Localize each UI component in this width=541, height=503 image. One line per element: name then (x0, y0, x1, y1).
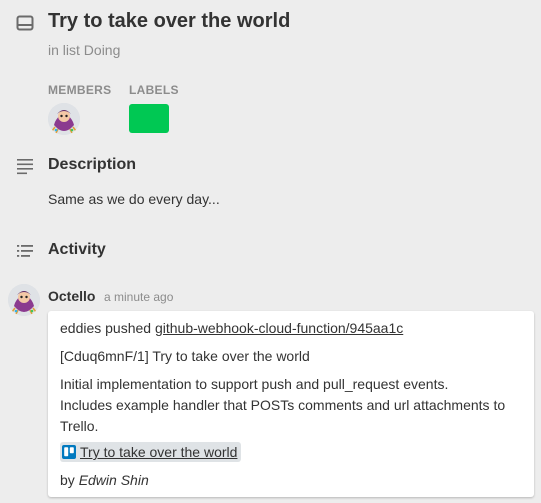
commit-body-line-2: Includes example handler that POSTs comm… (60, 397, 506, 413)
members-label: MEMBERS (48, 83, 112, 97)
labels-label: LABELS (129, 83, 179, 97)
description-text[interactable]: Same as we do every day... (48, 191, 220, 207)
byline-author: Edwin Shin (78, 472, 149, 488)
card-title[interactable]: Try to take over the world (48, 10, 290, 33)
trello-icon (62, 445, 76, 459)
commit-body-line-1: Initial implementation to support push a… (60, 376, 449, 392)
list-name-link[interactable]: Doing (84, 42, 121, 58)
commit-line: [Cduq6mnF/1] Try to take over the world (60, 348, 310, 364)
activity-list-icon (16, 242, 34, 260)
by-prefix: by (60, 472, 75, 488)
activity-heading: Activity (48, 241, 106, 258)
member-avatar[interactable] (48, 103, 80, 135)
description-lines-icon (16, 157, 34, 175)
comment-author[interactable]: Octello (48, 288, 95, 304)
attachment-link[interactable]: Try to take over the world (60, 442, 242, 462)
card-icon (16, 14, 34, 32)
card-list-info: in list Doing (48, 42, 120, 58)
push-line: eddies pushed github-webhook-cloud-funct… (60, 320, 403, 336)
attachment-title: Try to take over the world (80, 444, 238, 460)
byline: by Edwin Shin (60, 472, 149, 488)
commit-link[interactable]: github-webhook-cloud-function/945aa1c (155, 320, 403, 336)
description-heading: Description (48, 156, 137, 173)
pushed-prefix: eddies pushed (60, 320, 152, 336)
comment-author-avatar[interactable] (8, 284, 40, 316)
comment-body: eddies pushed github-webhook-cloud-funct… (48, 311, 534, 497)
commit-body-line-3: Trello. (60, 418, 99, 434)
comment-timestamp[interactable]: a minute ago (104, 290, 173, 304)
list-prefix: in list (48, 42, 80, 58)
label-green-chip[interactable] (129, 104, 169, 133)
